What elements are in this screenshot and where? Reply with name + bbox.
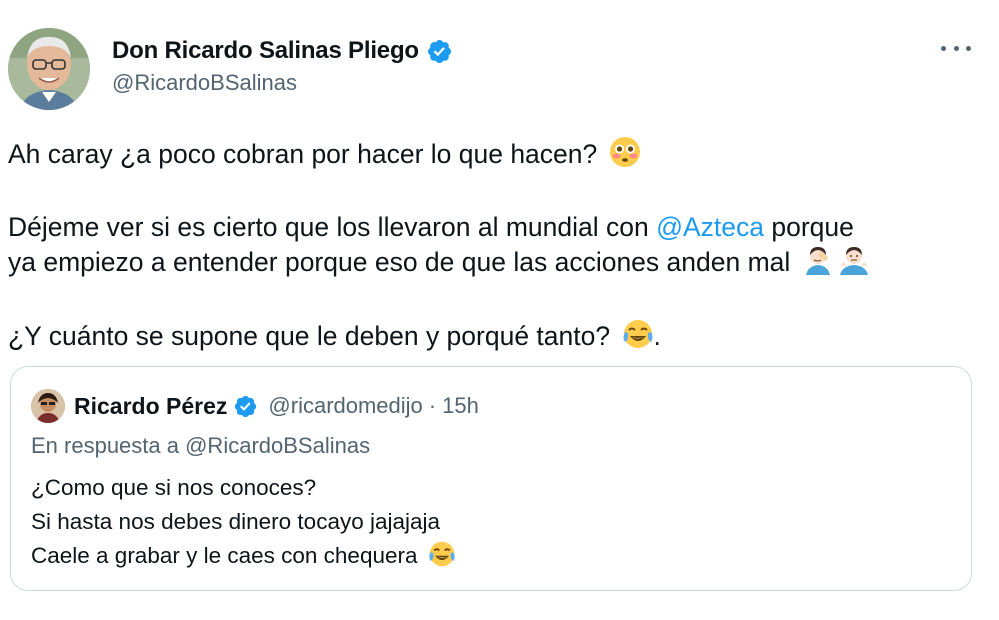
shrug-emoji-icon: [838, 244, 870, 284]
quoted-timestamp[interactable]: 15h: [442, 393, 479, 419]
verified-badge-icon: [427, 39, 451, 63]
tears-of-joy-emoji-icon: [428, 540, 456, 578]
tweet-paragraph-3: ¿Y cuánto se supone que le deben y porqu…: [8, 318, 978, 358]
tweet-header: Don Ricardo Salinas Pliego @RicardoBSali…: [8, 28, 453, 110]
author-avatar[interactable]: [8, 28, 90, 110]
flushed-face-emoji-icon: [609, 136, 641, 176]
tweet-paragraph-1: Ah caray ¿a poco cobran por hacer lo que…: [8, 136, 978, 176]
author-names: Don Ricardo Salinas Pliego @RicardoBSali…: [112, 36, 453, 96]
tears-of-joy-emoji-icon: [622, 318, 654, 358]
quoted-author-name[interactable]: Ricardo Pérez: [74, 393, 227, 420]
quoted-line-2: Si hasta nos debes dinero tocayo jajajaj…: [31, 509, 441, 534]
quoted-tweet-text: ¿Como que si nos conoces? Si hasta nos d…: [31, 471, 456, 578]
tweet-paragraph-2-line-2: ya empiezo a entender porque eso de que …: [8, 244, 978, 284]
separator-dot: ·: [428, 393, 437, 418]
quoted-line-3: Caele a grabar y le caes con chequera: [31, 539, 456, 578]
quoted-tweet-header: Ricardo Pérez @ricardomedijo · 15h: [31, 389, 479, 423]
author-handle[interactable]: @RicardoBSalinas: [112, 70, 453, 96]
verified-badge-icon: [235, 395, 257, 417]
quoted-tweet[interactable]: Ricardo Pérez @ricardomedijo · 15h En re…: [10, 366, 972, 591]
author-display-name[interactable]: Don Ricardo Salinas Pliego: [112, 37, 419, 65]
facepalm-emoji-icon: [802, 244, 834, 284]
reply-to-label: En respuesta a @RicardoBSalinas: [31, 433, 371, 458]
mention-link-azteca[interactable]: @Azteca: [656, 212, 764, 242]
quoted-author-avatar[interactable]: [31, 389, 65, 423]
quoted-author-handle[interactable]: @ricardomedijo: [268, 393, 422, 419]
quoted-line-1: ¿Como que si nos conoces?: [31, 475, 317, 500]
more-options-icon[interactable]: [941, 38, 971, 58]
tweet: Don Ricardo Salinas Pliego @RicardoBSali…: [0, 0, 999, 620]
tweet-text: Ah caray ¿a poco cobran por hacer lo que…: [8, 136, 978, 358]
tweet-paragraph-2-line-1: Déjeme ver si es cierto que los llevaron…: [8, 212, 854, 242]
